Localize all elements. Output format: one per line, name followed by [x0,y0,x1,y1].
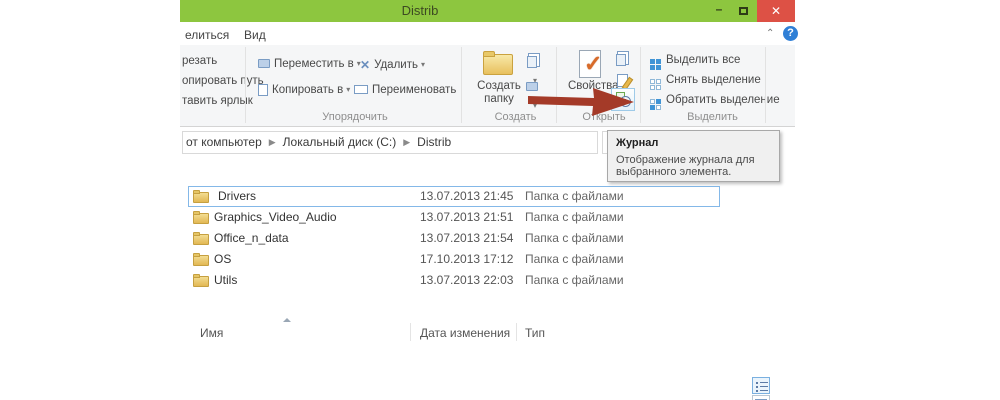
rename-button[interactable]: Переименовать [354,84,456,96]
file-type: Папка с файлами [525,207,624,228]
file-type: Папка с файлами [525,228,624,249]
new-folder-button[interactable]: Создатьпапку [473,51,525,106]
group-divider [765,47,766,123]
copy-to-icon [258,84,268,96]
move-to-button[interactable]: Переместить в [258,58,361,70]
new-folder-icon [483,51,515,77]
breadcrumb: от компьютер ▶ Локальный диск (C:) ▶ Distrib [182,131,598,149]
new-item-button[interactable] [525,53,542,70]
explorer-window: Distrib – ✕ елиться Вид ⌃ ? резать опиро… [180,0,795,400]
close-button[interactable]: ✕ [757,0,795,22]
file-name: Office_n_data [214,228,289,249]
file-name: Utils [214,270,237,291]
select-none-icon [650,79,661,90]
ribbon-item-copy-path[interactable]: опировать путь [182,75,264,87]
file-name: Graphics_Video_Audio [214,207,337,228]
breadcrumb-separator-icon: ▶ [403,137,410,147]
tooltip-body: Отображение журнала для выбранного элеме… [616,154,776,178]
red-arrow-annotation [528,84,638,120]
ribbon-tab-row: елиться Вид ⌃ ? [180,22,795,45]
file-date: 13.07.2013 21:45 [420,186,513,207]
minimize-button[interactable]: – [707,0,731,22]
chevron-up-icon[interactable]: ⌃ [766,28,774,39]
help-icon[interactable]: ? [783,26,798,41]
group-divider [640,47,641,123]
file-type: Папка с файлами [525,249,624,270]
folder-icon [193,211,210,224]
thumbnails-view-button[interactable] [752,395,770,400]
select-all-button[interactable]: Выделить все [650,54,740,70]
file-type: Папка с файлами [525,186,624,207]
tab-view[interactable]: Вид [240,26,270,44]
view-toggles [752,377,795,400]
maximize-icon [739,7,748,15]
ribbon-item-paste-shortcut[interactable]: тавить ярлык [182,95,253,107]
file-list: Drivers 13.07.2013 21:45 Папка с файлами… [180,186,795,291]
column-divider [516,323,517,341]
file-name: OS [214,249,231,270]
ribbon-item-cut[interactable]: резать [182,55,217,67]
folder-icon [193,274,210,287]
history-tooltip: Журнал Отображение журнала для выбранног… [607,130,780,182]
window-title: Distrib [385,3,455,18]
delete-button[interactable]: ✕Удалить [360,58,425,72]
tooltip-title: Журнал [616,137,771,149]
breadcrumb-separator-icon: ▶ [269,137,276,147]
breadcrumb-local-disk[interactable]: Локальный диск (C:) [283,135,397,149]
select-all-icon [650,59,661,70]
file-row[interactable]: Office_n_data 13.07.2013 21:54 Папка с ф… [188,228,720,249]
column-header-type[interactable]: Тип [525,326,545,340]
file-name: Drivers [218,186,256,207]
file-row[interactable]: Utils 13.07.2013 22:03 Папка с файлами [188,270,720,291]
group-label-select: Выделить [650,111,775,123]
folder-icon [193,253,210,266]
move-to-icon [258,59,270,68]
file-row[interactable]: Drivers 13.07.2013 21:45 Папка с файлами [188,186,720,207]
select-none-button[interactable]: Снять выделение [650,74,761,90]
sort-ascending-icon [283,318,291,322]
title-bar[interactable]: Distrib – ✕ [180,0,795,22]
column-header-name[interactable]: Имя [200,326,223,340]
file-date: 13.07.2013 21:51 [420,207,513,228]
open-button[interactable] [614,51,631,68]
delete-icon: ✕ [360,58,370,72]
invert-selection-icon [650,99,661,110]
file-date: 17.10.2013 17:12 [420,249,513,270]
group-divider [245,47,246,123]
column-header-date[interactable]: Дата изменения [420,326,510,340]
folder-icon [193,190,210,203]
file-row[interactable]: OS 17.10.2013 17:12 Папка с файлами [188,249,720,270]
copy-to-button[interactable]: Копировать в [258,84,350,96]
rename-icon [354,85,368,94]
column-divider [410,323,411,341]
file-date: 13.07.2013 21:54 [420,228,513,249]
file-date: 13.07.2013 22:03 [420,270,513,291]
file-type: Папка с файлами [525,270,624,291]
breadcrumb-this-pc[interactable]: от компьютер [186,135,262,149]
properties-icon: ✓ [579,50,601,78]
invert-selection-button[interactable]: Обратить выделение [650,94,780,110]
file-row[interactable]: Graphics_Video_Audio 13.07.2013 21:51 Па… [188,207,720,228]
new-item-icon [527,56,537,68]
tab-share[interactable]: елиться [181,26,233,44]
folder-icon [193,232,210,245]
open-icon [616,54,626,66]
breadcrumb-current-folder[interactable]: Distrib [417,135,451,149]
group-label-organize: Упорядочить [300,111,410,123]
screenshot-canvas: Distrib – ✕ елиться Вид ⌃ ? резать опиро… [0,0,1000,400]
details-view-button[interactable] [752,377,770,394]
ribbon: резать опировать путь тавить ярлык Перем… [180,45,795,127]
maximize-button[interactable] [731,0,755,22]
group-divider [461,47,462,123]
